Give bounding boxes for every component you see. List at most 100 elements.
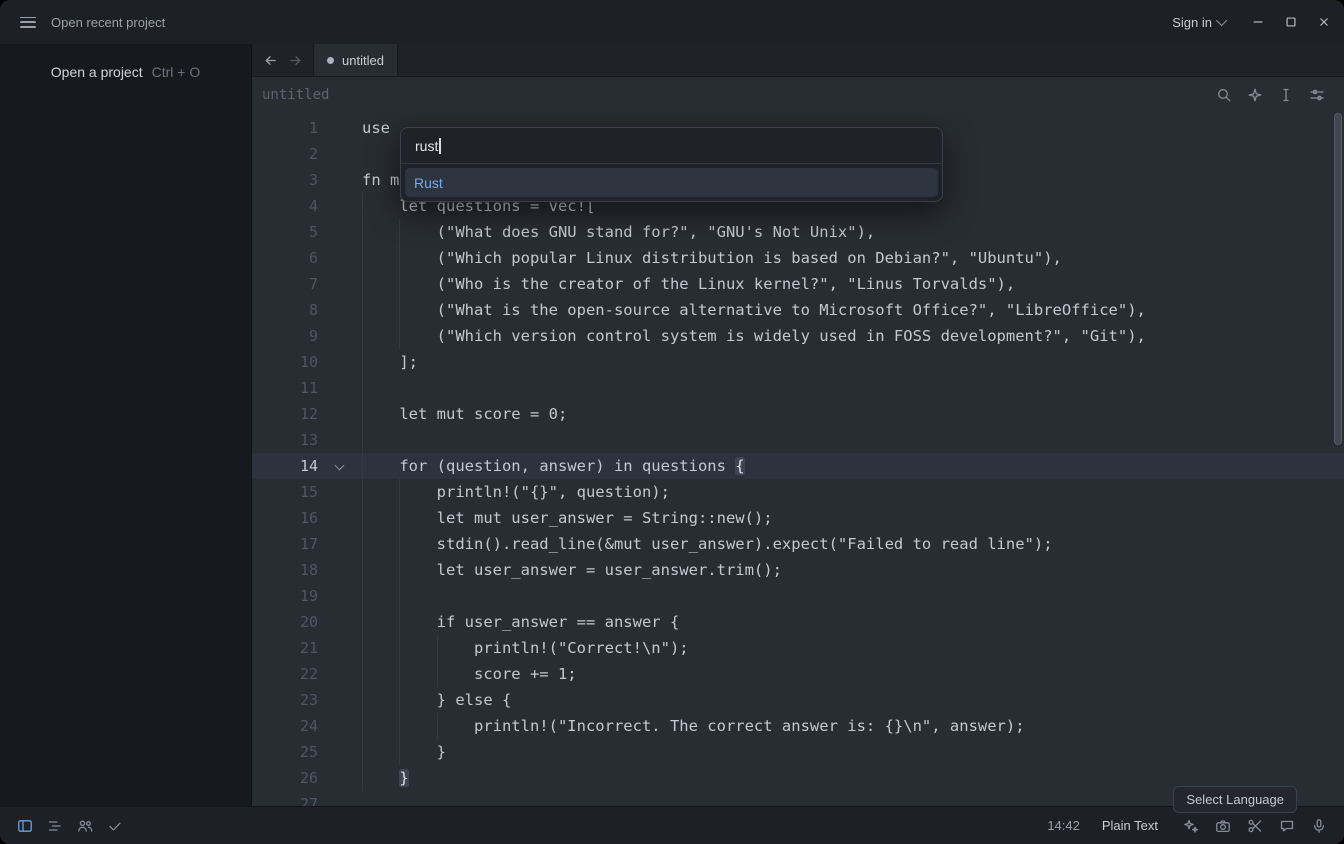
- indent-guide: [399, 297, 400, 323]
- editor-toolbar: untitled: [252, 77, 1344, 112]
- vertical-scrollbar[interactable]: [1334, 113, 1342, 445]
- code-row[interactable]: 15 println!("{}", question);: [252, 479, 1344, 505]
- code-text: fn m: [362, 167, 399, 193]
- code-row[interactable]: 18 let user_answer = user_answer.trim();: [252, 557, 1344, 583]
- indent-guide: [362, 453, 363, 479]
- line-number: 24: [300, 713, 318, 739]
- code-row[interactable]: 13: [252, 427, 1344, 453]
- code-row[interactable]: 24 println!("Incorrect. The correct answ…: [252, 713, 1344, 739]
- editor[interactable]: 1use 23fn m4 let questions = vec![5 ("Wh…: [252, 112, 1344, 806]
- outline-panel-toggle[interactable]: [44, 815, 66, 837]
- tab-untitled[interactable]: untitled: [313, 44, 398, 76]
- gutter: 14: [252, 453, 362, 479]
- menu-icon[interactable]: [20, 17, 36, 28]
- text-cursor-icon: [1278, 87, 1294, 103]
- microphone-icon: [1311, 818, 1327, 834]
- indent-guide: [399, 531, 400, 557]
- gutter: 16: [252, 505, 362, 531]
- code-row[interactable]: 8 ("What is the open-source alternative …: [252, 297, 1344, 323]
- indent-guide: [399, 739, 400, 765]
- main-area: Open a project Ctrl + O untitled: [0, 44, 1344, 806]
- code-row[interactable]: 21 println!("Correct!\n");: [252, 635, 1344, 661]
- code-row[interactable]: 11: [252, 375, 1344, 401]
- code-text: if user_answer == answer {: [362, 609, 679, 635]
- indent-guide: [399, 323, 400, 349]
- code-row[interactable]: 5 ("What does GNU stand for?", "GNU's No…: [252, 219, 1344, 245]
- minimize-button[interactable]: [1241, 0, 1274, 44]
- code-row[interactable]: 16 let mut user_answer = String::new();: [252, 505, 1344, 531]
- close-button[interactable]: [1307, 0, 1340, 44]
- code-row[interactable]: 12 let mut score = 0;: [252, 401, 1344, 427]
- gutter: 6: [252, 245, 362, 271]
- cursor-position[interactable]: 14:42: [1047, 818, 1080, 833]
- maximize-button[interactable]: [1274, 0, 1307, 44]
- fold-chevron-icon[interactable]: [335, 461, 345, 471]
- gutter: 1: [252, 115, 362, 141]
- project-panel-toggle[interactable]: [14, 815, 36, 837]
- language-option-list: Rust: [401, 164, 942, 201]
- navigate-back-button[interactable]: [259, 49, 281, 71]
- microphone-button[interactable]: [1308, 815, 1330, 837]
- code-row[interactable]: 19: [252, 583, 1344, 609]
- indent-guide: [362, 479, 363, 505]
- line-number: 21: [300, 635, 318, 661]
- code-row[interactable]: 7 ("Who is the creator of the Linux kern…: [252, 271, 1344, 297]
- code-row[interactable]: 22 score += 1;: [252, 661, 1344, 687]
- indent-guide: [362, 349, 363, 375]
- buffer-search-button[interactable]: [1213, 84, 1235, 106]
- project-panel: Open a project Ctrl + O: [0, 44, 252, 806]
- language-option-rust[interactable]: Rust: [405, 168, 938, 197]
- code-text: let mut user_answer = String::new();: [362, 505, 773, 531]
- ai-features-button[interactable]: [1180, 815, 1202, 837]
- indent-guide: [399, 609, 400, 635]
- code-row[interactable]: 14 for (question, answer) in questions {: [252, 453, 1344, 479]
- language-selector-button[interactable]: Plain Text: [1102, 818, 1158, 833]
- code-row[interactable]: 10 ];: [252, 349, 1344, 375]
- sign-in-button[interactable]: Sign in: [1172, 15, 1227, 30]
- diagnostics-button[interactable]: [104, 815, 126, 837]
- line-number: 20: [300, 609, 318, 635]
- collab-panel-toggle[interactable]: [74, 815, 96, 837]
- breadcrumb[interactable]: untitled: [262, 87, 329, 103]
- feedback-button[interactable]: [1276, 815, 1298, 837]
- code-row[interactable]: 23 } else {: [252, 687, 1344, 713]
- editor-settings-button[interactable]: [1306, 84, 1328, 106]
- gutter: 15: [252, 479, 362, 505]
- inline-assist-button[interactable]: [1275, 84, 1297, 106]
- line-number: 13: [300, 427, 318, 453]
- search-icon: [1216, 87, 1232, 103]
- code-row[interactable]: 25 }: [252, 739, 1344, 765]
- code-row[interactable]: 20 if user_answer == answer {: [252, 609, 1344, 635]
- open-project-label: Open a project: [51, 64, 143, 80]
- code-row[interactable]: 17 stdin().read_line(&mut user_answer).e…: [252, 531, 1344, 557]
- sparkles-icon: [1183, 818, 1199, 834]
- code-row[interactable]: 6 ("Which popular Linux distribution is …: [252, 245, 1344, 271]
- open-project-button[interactable]: Open a project Ctrl + O: [51, 64, 200, 806]
- line-number: 10: [300, 349, 318, 375]
- code-text: ("What is the open-source alternative to…: [362, 297, 1146, 323]
- line-number: 4: [309, 193, 318, 219]
- indent-guide: [362, 557, 363, 583]
- indent-guide: [437, 635, 438, 661]
- line-number: 6: [309, 245, 318, 271]
- code-row[interactable]: 9 ("Which version control system is wide…: [252, 323, 1344, 349]
- line-number: 1: [309, 115, 318, 141]
- gutter: 4: [252, 193, 362, 219]
- recent-project-button[interactable]: Open recent project: [51, 15, 165, 30]
- code-text: score += 1;: [362, 661, 577, 687]
- check-icon: [107, 818, 123, 834]
- titlebar-right: Sign in: [1172, 0, 1344, 44]
- assistant-button[interactable]: [1244, 84, 1266, 106]
- chevron-down-icon: [1216, 15, 1227, 26]
- language-search-input[interactable]: rust: [401, 128, 942, 164]
- indent-guide: [399, 557, 400, 583]
- code-text: } else {: [362, 687, 511, 713]
- indent-guide: [362, 505, 363, 531]
- screenshot-button[interactable]: [1212, 815, 1234, 837]
- gutter: 25: [252, 739, 362, 765]
- indent-guide: [362, 661, 363, 687]
- indent-guide: [362, 635, 363, 661]
- maximize-icon: [1284, 15, 1298, 29]
- snippet-button[interactable]: [1244, 815, 1266, 837]
- navigate-forward-button[interactable]: [284, 49, 306, 71]
